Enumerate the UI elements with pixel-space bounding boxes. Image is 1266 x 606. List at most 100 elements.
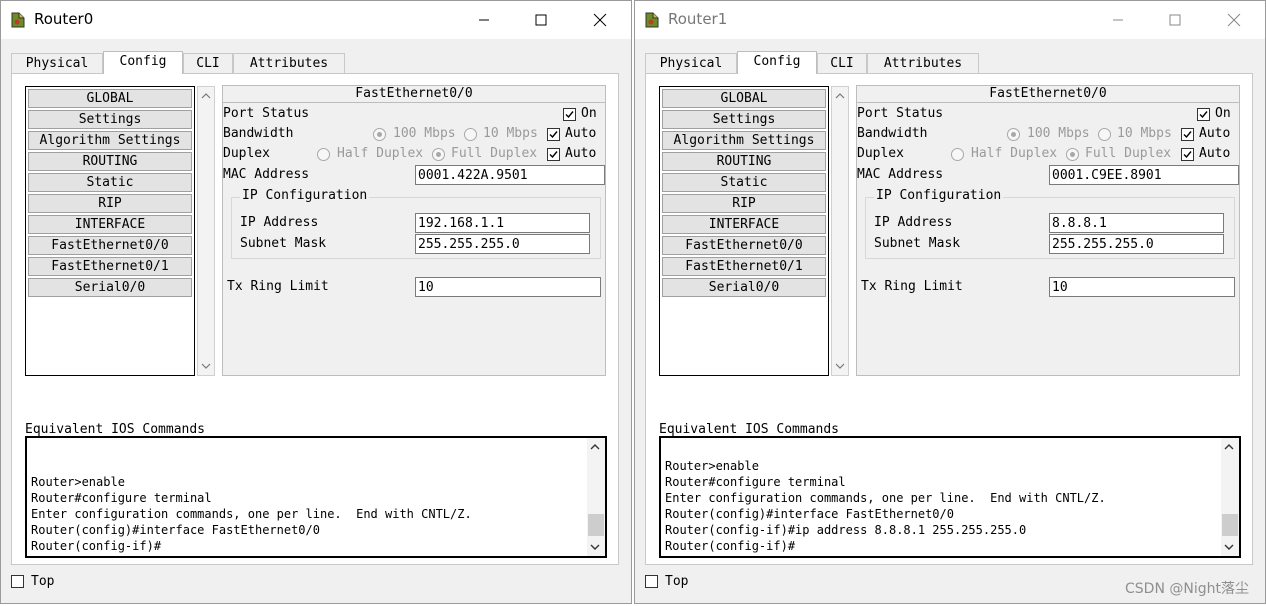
title-bar[interactable]: Router1 — [635, 1, 1265, 39]
tab-physical[interactable]: Physical — [645, 53, 737, 73]
nav-item-global[interactable]: GLOBAL — [28, 89, 192, 108]
nav-item-interface[interactable]: INTERFACE — [28, 215, 192, 234]
terminal-scrollbar[interactable] — [1221, 438, 1239, 556]
half-duplex-radio[interactable] — [317, 148, 330, 161]
nav-item-routing[interactable]: ROUTING — [28, 152, 192, 171]
tab-bar: Physical Config CLI Attributes — [11, 51, 619, 74]
nav-scrollbar[interactable] — [831, 86, 849, 376]
bandwidth-100-label: 100 Mbps — [1027, 126, 1090, 141]
tab-config[interactable]: Config — [737, 51, 817, 74]
tx-ring-limit-label: Tx Ring Limit — [227, 279, 329, 294]
window-title: Router0 — [34, 10, 94, 28]
tx-ring-limit-input[interactable] — [415, 277, 601, 297]
nav-item-fastethernet0-0[interactable]: FastEthernet0/0 — [662, 236, 826, 255]
nav-item-settings[interactable]: Settings — [662, 110, 826, 129]
nav-item-rip[interactable]: RIP — [662, 194, 826, 213]
chevron-up-icon[interactable] — [1224, 442, 1234, 452]
nav-item-fastethernet0-0[interactable]: FastEthernet0/0 — [28, 236, 192, 255]
subnet-mask-input[interactable] — [1049, 234, 1224, 254]
minimize-icon[interactable] — [469, 9, 499, 31]
bandwidth-100-radio[interactable] — [1007, 128, 1020, 141]
bandwidth-label: Bandwidth — [857, 126, 928, 141]
close-icon[interactable] — [1219, 9, 1249, 31]
full-duplex-label: Full Duplex — [1085, 146, 1172, 161]
full-duplex-radio[interactable] — [1066, 148, 1079, 161]
terminal-line: Router(config-if)#ip address 8.8.8.1 255… — [665, 523, 1027, 537]
tab-cli[interactable]: CLI — [817, 53, 867, 73]
nav-item-serial0-0[interactable]: Serial0/0 — [28, 278, 192, 297]
top-label: Top — [665, 574, 689, 589]
ios-commands-terminal[interactable]: Router>enable Router#configure terminal En… — [659, 436, 1241, 558]
terminal-scrollbar[interactable] — [587, 438, 605, 556]
terminal-scroll-thumb[interactable] — [1222, 514, 1238, 536]
bandwidth-10-label: 10 Mbps — [483, 126, 538, 141]
bandwidth-auto-checkbox[interactable] — [1181, 128, 1194, 141]
nav-item-interface[interactable]: INTERFACE — [662, 215, 826, 234]
nav-item-settings[interactable]: Settings — [28, 110, 192, 129]
maximize-icon[interactable] — [1160, 9, 1190, 31]
nav-item-rip[interactable]: RIP — [28, 194, 192, 213]
nav-item-serial0-0[interactable]: Serial0/0 — [662, 278, 826, 297]
ip-address-input[interactable] — [415, 213, 590, 233]
half-duplex-radio[interactable] — [951, 148, 964, 161]
nav-item-static[interactable]: Static — [28, 173, 192, 192]
nav-item-algorithm-settings[interactable]: Algorithm Settings — [28, 131, 192, 150]
bandwidth-10-radio[interactable] — [464, 128, 477, 141]
port-status-checkbox[interactable] — [563, 108, 576, 121]
bandwidth-auto-checkbox[interactable] — [547, 128, 560, 141]
duplex-auto-checkbox[interactable] — [1181, 148, 1194, 161]
nav-item-fastethernet0-1[interactable]: FastEthernet0/1 — [662, 257, 826, 276]
half-duplex-label: Half Duplex — [971, 146, 1058, 161]
duplex-auto-checkbox[interactable] — [547, 148, 560, 161]
bandwidth-10-radio[interactable] — [1098, 128, 1111, 141]
title-bar[interactable]: Router0 — [1, 1, 631, 39]
ip-configuration-title: IP Configuration — [240, 188, 370, 203]
nav-scrollbar[interactable] — [197, 86, 215, 376]
subnet-mask-label: Subnet Mask — [240, 236, 327, 251]
terminal-scroll-thumb[interactable] — [588, 514, 604, 536]
maximize-icon[interactable] — [526, 9, 556, 31]
full-duplex-radio[interactable] — [432, 148, 445, 161]
close-icon[interactable] — [585, 9, 615, 31]
nav-item-algorithm-settings[interactable]: Algorithm Settings — [662, 131, 826, 150]
ip-address-input[interactable] — [1049, 213, 1224, 233]
tx-ring-limit-input[interactable] — [1049, 277, 1235, 297]
window-content: Physical Config CLI Attributes GLOBAL Se… — [11, 51, 619, 565]
bandwidth-100-radio[interactable] — [373, 128, 386, 141]
nav-item-global[interactable]: GLOBAL — [662, 89, 826, 108]
nav-item-static[interactable]: Static — [662, 173, 826, 192]
chevron-up-icon[interactable] — [590, 442, 600, 452]
nav-item-fastethernet0-1[interactable]: FastEthernet0/1 — [28, 257, 192, 276]
ip-address-label: IP Address — [874, 215, 953, 230]
mac-address-input[interactable] — [415, 165, 605, 185]
duplex-label: Duplex — [223, 146, 270, 161]
tab-cli[interactable]: CLI — [183, 53, 233, 73]
chevron-down-icon[interactable] — [201, 361, 211, 371]
tab-config[interactable]: Config — [103, 51, 183, 74]
chevron-down-icon[interactable] — [835, 361, 845, 371]
nav-item-routing[interactable]: ROUTING — [662, 152, 826, 171]
tab-physical[interactable]: Physical — [11, 53, 103, 73]
chevron-up-icon[interactable] — [835, 91, 845, 101]
top-checkbox[interactable] — [11, 575, 24, 588]
subnet-mask-input[interactable] — [415, 234, 590, 254]
terminal-lines: Router>enable Router#configure terminal En… — [665, 458, 1217, 554]
tab-attributes[interactable]: Attributes — [233, 53, 345, 73]
minimize-icon[interactable] — [1103, 9, 1133, 31]
mac-address-input[interactable] — [1049, 165, 1239, 185]
config-panel: GLOBAL Settings Algorithm Settings ROUTI… — [11, 73, 619, 565]
chevron-down-icon[interactable] — [590, 542, 600, 552]
chevron-down-icon[interactable] — [1224, 542, 1234, 552]
ios-commands-terminal[interactable]: Router>enable Router#configure terminal En… — [25, 436, 607, 558]
duplex-label: Duplex — [857, 146, 904, 161]
full-duplex-label: Full Duplex — [451, 146, 538, 161]
config-nav-list: GLOBAL Settings Algorithm Settings ROUTI… — [659, 86, 829, 376]
ios-commands-label: Equivalent IOS Commands — [25, 422, 206, 437]
mac-address-label: MAC Address — [223, 167, 310, 182]
top-checkbox[interactable] — [645, 575, 658, 588]
chevron-up-icon[interactable] — [201, 91, 211, 101]
tab-attributes[interactable]: Attributes — [867, 53, 979, 73]
port-status-on-label: On — [1215, 106, 1231, 121]
tab-bar: Physical Config CLI Attributes — [645, 51, 1253, 74]
port-status-checkbox[interactable] — [1197, 108, 1210, 121]
